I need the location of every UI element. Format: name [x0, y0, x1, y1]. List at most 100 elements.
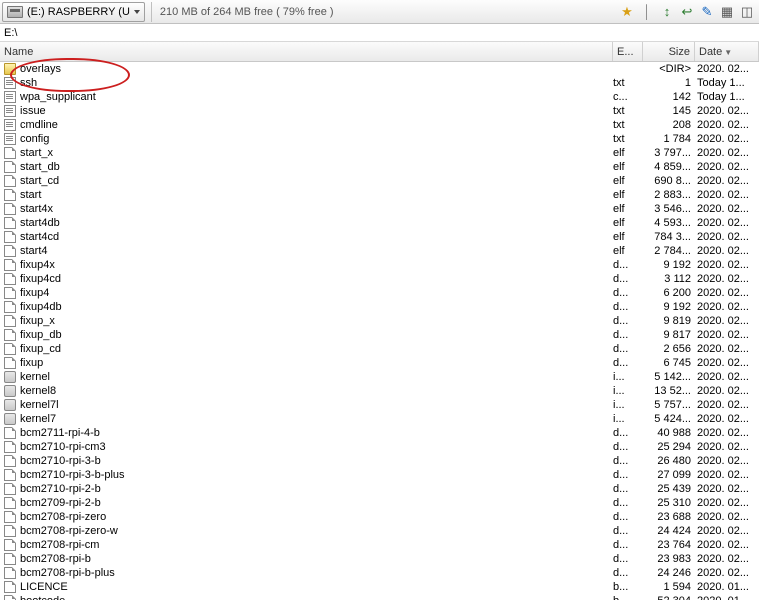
- cell-date: 2020. 02...: [695, 440, 759, 454]
- col-header-date[interactable]: Date▼: [695, 42, 759, 61]
- cell-ext: elf: [613, 202, 643, 216]
- cell-size: 25 294: [643, 440, 695, 454]
- table-row[interactable]: issuetxt1452020. 02...: [0, 104, 759, 118]
- grid-icon[interactable]: ▦: [719, 4, 735, 20]
- file-icon: [4, 511, 16, 523]
- table-row[interactable]: bcm2710-rpi-2-bd...25 4392020. 02...: [0, 482, 759, 496]
- file-icon: [4, 329, 16, 341]
- cell-ext: elf: [613, 244, 643, 258]
- file-icon: [4, 217, 16, 229]
- table-row[interactable]: bcm2708-rpi-cmd...23 7642020. 02...: [0, 538, 759, 552]
- cell-date: 2020. 01...: [695, 580, 759, 594]
- panel-icon[interactable]: ◫: [739, 4, 755, 20]
- table-row[interactable]: wpa_supplicantc...142Today 1...: [0, 90, 759, 104]
- table-row[interactable]: kerneli...5 142...2020. 02...: [0, 370, 759, 384]
- file-icon: [4, 399, 16, 411]
- table-row[interactable]: LICENCEb...1 5942020. 01...: [0, 580, 759, 594]
- table-row[interactable]: start_xelf3 797...2020. 02...: [0, 146, 759, 160]
- table-row[interactable]: startelf2 883...2020. 02...: [0, 188, 759, 202]
- cell-size: 9 192: [643, 258, 695, 272]
- history-icon[interactable]: ↕: [659, 4, 675, 20]
- wand-icon[interactable]: ✎: [699, 4, 715, 20]
- table-row[interactable]: start_dbelf4 859...2020. 02...: [0, 160, 759, 174]
- file-name: start4: [20, 244, 48, 258]
- table-row[interactable]: bcm2710-rpi-3-bd...26 4802020. 02...: [0, 454, 759, 468]
- cell-name: fixup_x: [0, 314, 613, 328]
- file-name: bcm2710-rpi-2-b: [20, 482, 101, 496]
- path-bar[interactable]: E:\: [0, 24, 759, 42]
- cell-ext: b...: [613, 580, 643, 594]
- table-row[interactable]: kernel7li...5 757...2020. 02...: [0, 398, 759, 412]
- table-row[interactable]: bootcodeb...52 3042020. 01...: [0, 594, 759, 600]
- table-row[interactable]: fixup_cdd...2 6562020. 02...: [0, 342, 759, 356]
- table-row[interactable]: fixup4cdd...3 1122020. 02...: [0, 272, 759, 286]
- cell-date: 2020. 02...: [695, 104, 759, 118]
- cell-ext: elf: [613, 160, 643, 174]
- cell-size: 2 784...: [643, 244, 695, 258]
- file-list[interactable]: overlays<DIR>2020. 02...sshtxt1Today 1..…: [0, 62, 759, 600]
- cell-ext: d...: [613, 538, 643, 552]
- table-row[interactable]: bcm2708-rpi-zero-wd...24 4242020. 02...: [0, 524, 759, 538]
- file-name: bcm2708-rpi-b: [20, 552, 91, 566]
- cell-size: <DIR>: [643, 62, 695, 76]
- toolbar-icons: ★ │ ↕ ↩ ✎ ▦ ◫: [619, 4, 757, 20]
- table-row[interactable]: overlays<DIR>2020. 02...: [0, 62, 759, 76]
- table-row[interactable]: bcm2710-rpi-cm3d...25 2942020. 02...: [0, 440, 759, 454]
- file-icon: [4, 427, 16, 439]
- table-row[interactable]: fixup_dbd...9 8172020. 02...: [0, 328, 759, 342]
- cell-name: fixup4db: [0, 300, 613, 314]
- file-icon: [4, 315, 16, 327]
- table-row[interactable]: bcm2708-rpi-bd...23 9832020. 02...: [0, 552, 759, 566]
- cell-date: 2020. 02...: [695, 496, 759, 510]
- file-icon: [4, 245, 16, 257]
- table-row[interactable]: start4dbelf4 593...2020. 02...: [0, 216, 759, 230]
- col-header-size[interactable]: Size: [643, 42, 695, 61]
- table-row[interactable]: bcm2708-rpi-b-plusd...24 2462020. 02...: [0, 566, 759, 580]
- table-row[interactable]: fixup4dbd...9 1922020. 02...: [0, 300, 759, 314]
- table-row[interactable]: fixup_xd...9 8192020. 02...: [0, 314, 759, 328]
- file-icon: [4, 553, 16, 565]
- table-row[interactable]: fixupd...6 7452020. 02...: [0, 356, 759, 370]
- file-name: issue: [20, 104, 46, 118]
- table-row[interactable]: bcm2710-rpi-3-b-plusd...27 0992020. 02..…: [0, 468, 759, 482]
- back-icon[interactable]: ↩: [679, 4, 695, 20]
- table-row[interactable]: bcm2708-rpi-zerod...23 6882020. 02...: [0, 510, 759, 524]
- table-row[interactable]: cmdlinetxt2082020. 02...: [0, 118, 759, 132]
- col-header-ext[interactable]: E...: [613, 42, 643, 61]
- drive-icon: [7, 6, 23, 18]
- cell-date: 2020. 02...: [695, 342, 759, 356]
- file-name: kernel: [20, 370, 50, 384]
- file-icon: [4, 301, 16, 313]
- table-row[interactable]: kernel8i...13 52...2020. 02...: [0, 384, 759, 398]
- cell-name: start_cd: [0, 174, 613, 188]
- cell-size: 4 859...: [643, 160, 695, 174]
- favorites-icon[interactable]: ★: [619, 4, 635, 20]
- drive-selector[interactable]: (E:) RASPBERRY (U: [2, 2, 145, 22]
- file-name: fixup4cd: [20, 272, 61, 286]
- cell-name: start: [0, 188, 613, 202]
- file-name: start_db: [20, 160, 60, 174]
- table-row[interactable]: fixup4xd...9 1922020. 02...: [0, 258, 759, 272]
- table-row[interactable]: configtxt1 7842020. 02...: [0, 132, 759, 146]
- table-row[interactable]: fixup4d...6 2002020. 02...: [0, 286, 759, 300]
- cell-name: fixup4: [0, 286, 613, 300]
- col-header-name[interactable]: Name: [0, 42, 613, 61]
- file-icon: [4, 525, 16, 537]
- table-row[interactable]: start_cdelf690 8...2020. 02...: [0, 174, 759, 188]
- table-row[interactable]: bcm2709-rpi-2-bd...25 3102020. 02...: [0, 496, 759, 510]
- cell-date: 2020. 02...: [695, 132, 759, 146]
- file-name: LICENCE: [20, 580, 68, 594]
- cell-name: kernel7: [0, 412, 613, 426]
- table-row[interactable]: start4elf2 784...2020. 02...: [0, 244, 759, 258]
- cell-name: LICENCE: [0, 580, 613, 594]
- file-icon: [4, 259, 16, 271]
- cell-size: 9 819: [643, 314, 695, 328]
- cell-ext: d...: [613, 454, 643, 468]
- table-row[interactable]: kernel7i...5 424...2020. 02...: [0, 412, 759, 426]
- separator-icon: │: [639, 4, 655, 20]
- table-row[interactable]: sshtxt1Today 1...: [0, 76, 759, 90]
- table-row[interactable]: bcm2711-rpi-4-bd...40 9882020. 02...: [0, 426, 759, 440]
- table-row[interactable]: start4cdelf784 3...2020. 02...: [0, 230, 759, 244]
- cell-name: fixup4cd: [0, 272, 613, 286]
- table-row[interactable]: start4xelf3 546...2020. 02...: [0, 202, 759, 216]
